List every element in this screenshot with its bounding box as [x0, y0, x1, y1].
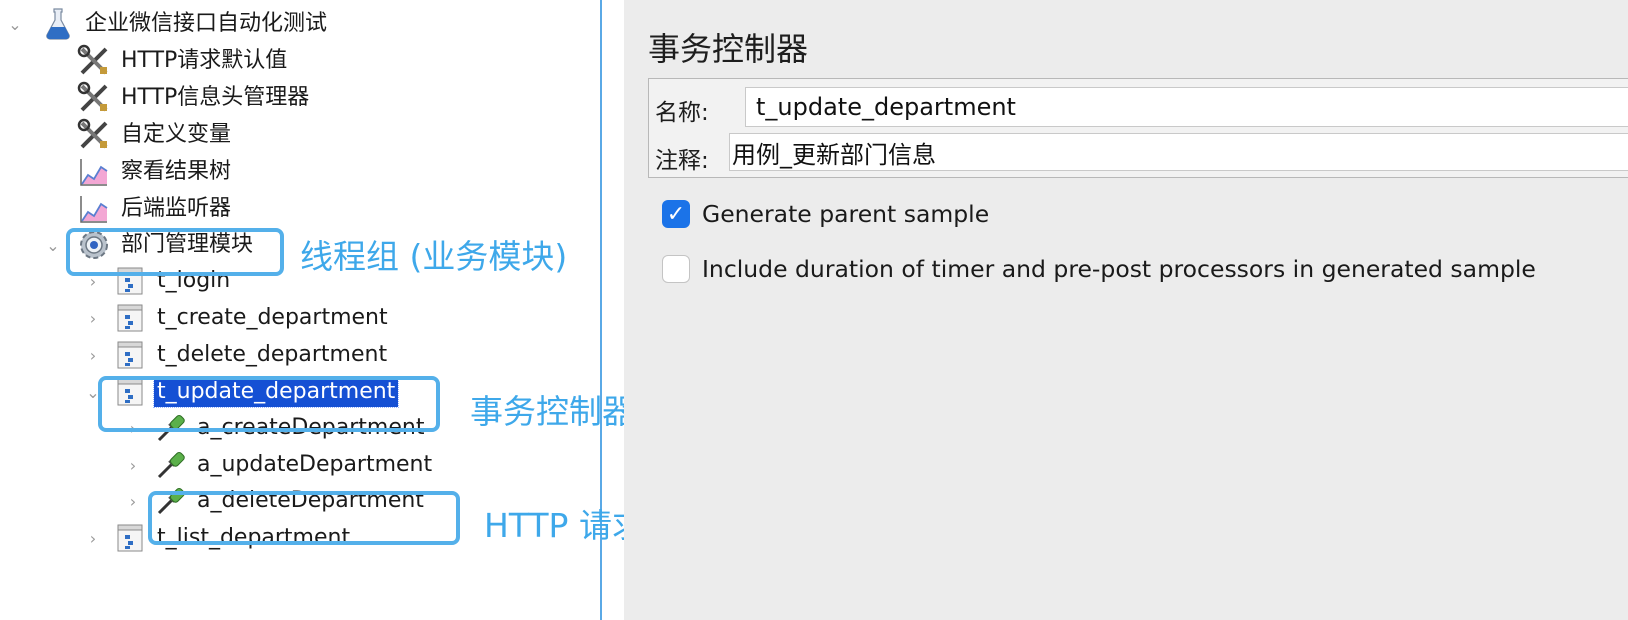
flask-icon: [40, 6, 76, 42]
tree-node-label: 企业微信接口自动化测试: [85, 11, 328, 36]
collapse-chevron-icon[interactable]: ⌄: [46, 236, 60, 255]
expand-chevron-icon[interactable]: ›: [126, 456, 140, 475]
tree-node-label: a_updateDepartment: [197, 452, 433, 477]
transaction-controller-icon: [112, 520, 148, 556]
tools-icon: [76, 117, 112, 153]
checkbox-label: Generate parent sample: [702, 200, 990, 228]
collapse-chevron-icon[interactable]: ⌄: [8, 15, 22, 34]
tree-node-controller[interactable]: t_create_department: [112, 300, 391, 336]
listener-graph-icon: [76, 154, 112, 190]
comment-field[interactable]: 用例_更新部门信息: [729, 133, 1628, 171]
expand-chevron-icon[interactable]: ›: [86, 272, 100, 291]
http-request-highlight: [148, 491, 460, 545]
include-timer-duration-option[interactable]: Include duration of timer and pre-post p…: [662, 255, 1536, 283]
tree-node-backend-listener[interactable]: 后端监听器: [76, 191, 234, 227]
tree-node-http-sampler[interactable]: a_updateDepartment: [152, 447, 435, 483]
tree-node-user-variables[interactable]: 自定义变量: [76, 117, 234, 153]
controller-editor-panel: 事务控制器 名称: t_update_department 注释: 用例_更新部…: [624, 0, 1628, 620]
tree-node-root[interactable]: 企业微信接口自动化测试: [40, 6, 330, 42]
tree-node-results-tree[interactable]: 察看结果树: [76, 154, 234, 190]
transaction-controller-icon: [112, 337, 148, 373]
comment-label: 注释:: [655, 148, 709, 174]
tools-icon: [76, 80, 112, 116]
panel-title: 事务控制器: [648, 30, 809, 68]
tree-node-label: t_create_department: [157, 305, 388, 330]
name-label: 名称:: [655, 100, 709, 126]
name-field[interactable]: t_update_department: [745, 87, 1628, 127]
transaction-controller-icon: [112, 300, 148, 336]
tree-node-controller[interactable]: t_delete_department: [112, 337, 390, 373]
expand-chevron-icon[interactable]: ›: [86, 529, 100, 548]
tree-node-http-defaults[interactable]: HTTP请求默认值: [76, 43, 290, 79]
thread-group-annotation: 线程组 (业务模块): [300, 237, 568, 276]
tree-node-label: t_delete_department: [157, 342, 388, 367]
thread-group-highlight: [66, 228, 284, 276]
listener-graph-icon: [76, 191, 112, 227]
expand-chevron-icon[interactable]: ›: [86, 346, 100, 365]
transaction-controller-highlight: [98, 376, 440, 432]
expand-chevron-icon[interactable]: ›: [126, 492, 140, 511]
tree-node-label: 后端监听器: [121, 196, 232, 221]
tree-node-label: 察看结果树: [121, 159, 232, 184]
tree-node-label: HTTP信息头管理器: [121, 85, 310, 110]
tree-node-header-manager[interactable]: HTTP信息头管理器: [76, 80, 312, 116]
pipette-icon: [152, 447, 188, 483]
tree-node-label: HTTP请求默认值: [121, 48, 288, 73]
expand-chevron-icon[interactable]: ›: [86, 309, 100, 328]
generate-parent-sample-checkbox[interactable]: ✓: [662, 200, 690, 228]
tree-node-label: 自定义变量: [121, 122, 232, 147]
generate-parent-sample-option[interactable]: ✓ Generate parent sample: [662, 200, 989, 228]
checkbox-label: Include duration of timer and pre-post p…: [702, 255, 1536, 283]
tools-icon: [76, 43, 112, 79]
include-timer-duration-checkbox[interactable]: [662, 255, 690, 283]
name-comment-group: 名称: t_update_department 注释: 用例_更新部门信息: [648, 78, 1628, 178]
